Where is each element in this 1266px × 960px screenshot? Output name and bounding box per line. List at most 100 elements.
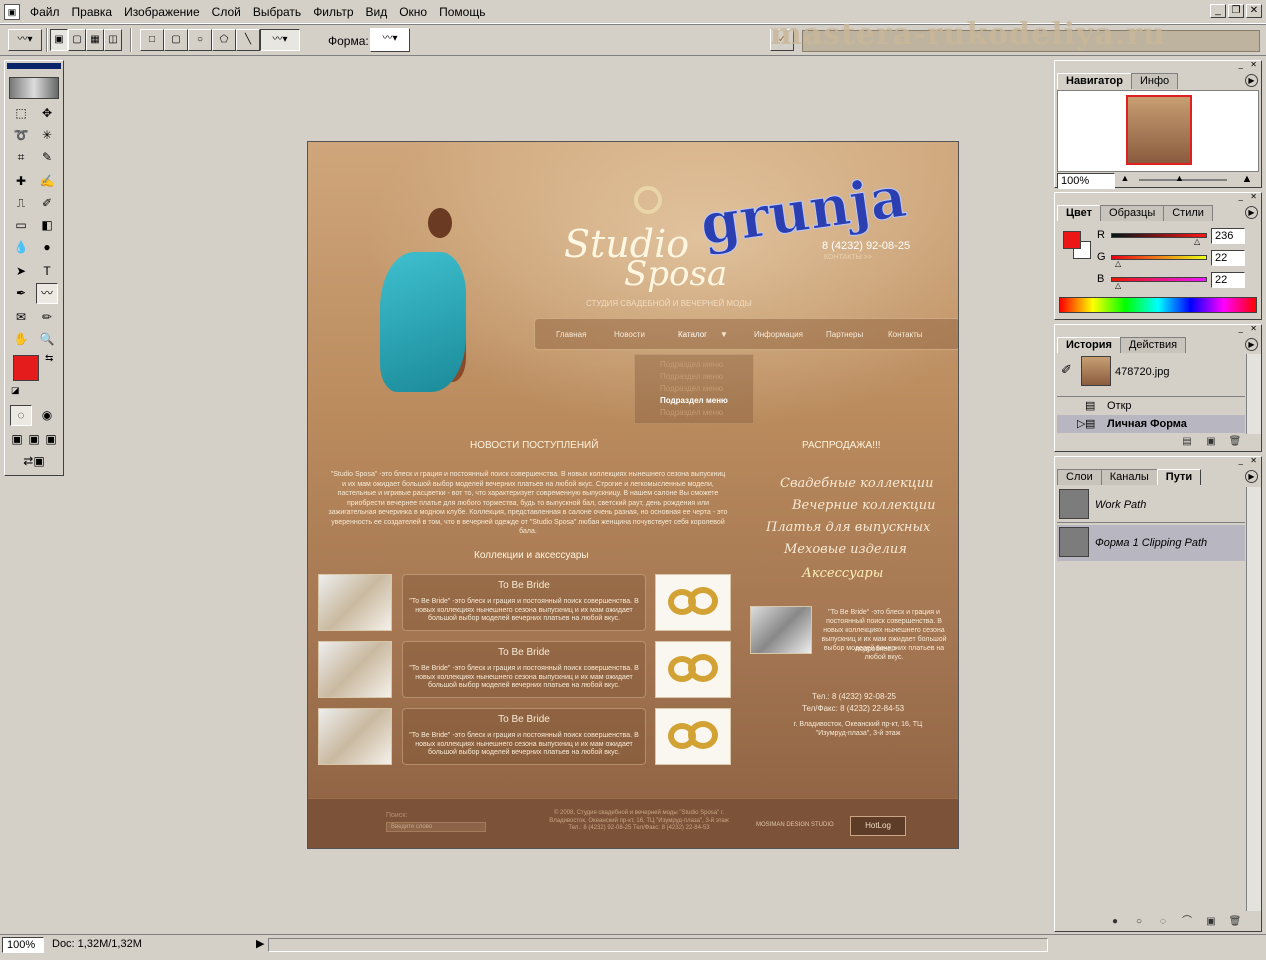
load-selection-icon[interactable]: ◌	[1155, 915, 1171, 929]
rounded-rectangle-tool-icon[interactable]: ▢	[164, 29, 188, 51]
zoom-slider-thumb[interactable]: ▲	[1175, 173, 1184, 183]
color-spectrum-ramp[interactable]	[1059, 297, 1257, 313]
color-fg-swatch[interactable]	[1063, 231, 1081, 249]
dodge-tool-icon[interactable]: ●	[36, 237, 58, 258]
submenu-item[interactable]: Подраздел меню	[660, 372, 723, 381]
tab-info[interactable]: Инфо	[1130, 73, 1179, 89]
standard-mode-icon[interactable]: ◌	[10, 405, 32, 426]
rectangle-tool-icon[interactable]: □	[140, 29, 164, 51]
magic-wand-tool-icon[interactable]: ✳	[36, 125, 58, 146]
rings-photo[interactable]	[655, 574, 731, 631]
submenu-item[interactable]: Подраздел меню	[660, 360, 723, 369]
polygon-tool-icon[interactable]: ⬠	[212, 29, 236, 51]
eyedropper-tool-icon[interactable]: ✏	[36, 307, 58, 328]
path-item[interactable]: Work Path	[1057, 487, 1245, 523]
g-slider-thumb[interactable]: △	[1115, 259, 1121, 268]
menu-filter[interactable]: Фильтр	[307, 1, 359, 23]
menu-edit[interactable]: Правка	[66, 1, 119, 23]
promo-more-link[interactable]: подробнее >	[856, 646, 897, 653]
r-slider-thumb[interactable]: △	[1194, 237, 1200, 246]
healing-brush-tool-icon[interactable]: ✚	[10, 171, 32, 192]
status-zoom-input[interactable]: 100%	[2, 937, 44, 953]
sale-link-evening[interactable]: Вечерние коллекции	[792, 498, 936, 513]
path-mode-icon[interactable]: ▢	[68, 29, 86, 51]
toolbox-titlebar[interactable]	[7, 63, 61, 69]
custom-shape-tool-icon[interactable]: 〰	[36, 283, 58, 304]
r-slider[interactable]	[1111, 233, 1207, 238]
restore-icon[interactable]: ❐	[1228, 4, 1244, 18]
fill-pixels-mode-icon[interactable]: ▦	[86, 29, 104, 51]
bride-photo[interactable]	[318, 708, 392, 765]
history-brush-tool-icon[interactable]: ✐	[36, 193, 58, 214]
b-slider-thumb[interactable]: △	[1115, 281, 1121, 290]
screen-mode-standard-icon[interactable]: ▣	[9, 429, 25, 450]
fill-path-icon[interactable]: ●	[1107, 915, 1123, 929]
notes-tool-icon[interactable]: ✉	[10, 307, 32, 328]
navigator-preview[interactable]	[1057, 90, 1259, 172]
quick-mask-mode-icon[interactable]: ◉	[36, 405, 58, 426]
sale-link-accessories[interactable]: Аксессуары	[802, 566, 883, 581]
crop-tool-icon[interactable]: ⌗	[10, 147, 32, 168]
nav-contacts[interactable]: Контакты	[888, 330, 923, 339]
tab-swatches[interactable]: Образцы	[1100, 205, 1165, 221]
menu-select[interactable]: Выбрать	[247, 1, 307, 23]
status-menu-arrow-icon[interactable]: ▶	[256, 937, 264, 950]
sale-link-prom[interactable]: Платья для выпускных	[766, 520, 930, 535]
close-icon[interactable]: ✕	[1246, 4, 1262, 18]
tab-channels[interactable]: Каналы	[1100, 469, 1158, 485]
palette-titlebar[interactable]: _ ✕	[1055, 61, 1261, 69]
eraser-tool-icon[interactable]: ▭	[10, 215, 32, 236]
brush-tool-icon[interactable]: ✍	[36, 171, 58, 192]
card-title[interactable]: To Be Bride	[402, 580, 646, 591]
foreground-color-swatch[interactable]	[13, 355, 39, 381]
contacts-link[interactable]: КОНТАКТЫ >>	[824, 254, 872, 261]
tool-preset-icon[interactable]: 〰▾	[8, 29, 42, 51]
menu-view[interactable]: Вид	[360, 1, 394, 23]
submenu-item[interactable]: Подраздел меню	[660, 408, 723, 417]
zoom-tool-icon[interactable]: 🔍	[36, 329, 58, 350]
path-selection-tool-icon[interactable]: ➤	[10, 261, 32, 282]
shape-layer-mode-icon[interactable]: ▣	[50, 29, 68, 51]
menu-file[interactable]: Файл	[24, 1, 66, 23]
sale-link-wedding[interactable]: Свадебные коллекции	[780, 476, 934, 491]
bride-photo[interactable]	[318, 641, 392, 698]
tab-paths[interactable]: Пути	[1156, 469, 1202, 485]
paths-scrollbar[interactable]	[1246, 487, 1261, 911]
nav-catalog[interactable]: Каталог	[678, 330, 707, 339]
gradient-tool-icon[interactable]: ◧	[36, 215, 58, 236]
line-tool-icon[interactable]: ╲	[236, 29, 260, 51]
document-canvas[interactable]: Studio Sposa grunja 8 (4232) 92-08-25 КО…	[307, 141, 959, 849]
card-title[interactable]: To Be Bride	[402, 714, 646, 725]
palette-menu-icon[interactable]: ▶	[1245, 74, 1258, 87]
tab-color[interactable]: Цвет	[1057, 205, 1102, 221]
promo-photo[interactable]	[750, 606, 812, 654]
menu-image[interactable]: Изображение	[118, 1, 206, 23]
blur-tool-icon[interactable]: 💧	[10, 237, 32, 258]
history-scrollbar[interactable]	[1246, 354, 1261, 434]
g-slider[interactable]	[1111, 255, 1207, 260]
history-item[interactable]: ▤ Откр	[1057, 396, 1245, 414]
nav-home[interactable]: Главная	[556, 330, 586, 339]
rings-photo[interactable]	[655, 641, 731, 698]
sale-link-fur[interactable]: Меховые изделия	[784, 542, 907, 557]
new-path-icon[interactable]: ▣	[1203, 915, 1219, 929]
r-value-input[interactable]: 236	[1211, 228, 1245, 244]
stroke-path-icon[interactable]: ○	[1131, 915, 1147, 929]
tab-styles[interactable]: Стили	[1163, 205, 1213, 221]
app-icon[interactable]: ▣	[4, 3, 20, 20]
history-brush-source-icon[interactable]: ✐	[1061, 362, 1072, 378]
footer-search-input[interactable]: Введите слово	[386, 822, 486, 832]
palette-titlebar[interactable]: _ ✕	[1055, 325, 1261, 333]
palette-menu-icon[interactable]: ▶	[1245, 338, 1258, 351]
screen-mode-full-menu-icon[interactable]: ▣	[26, 429, 42, 450]
history-item-active[interactable]: ▷ ▤ Личная Форма	[1057, 415, 1245, 433]
g-value-input[interactable]: 22	[1211, 250, 1245, 266]
new-document-from-state-icon[interactable]: ▤	[1179, 435, 1195, 449]
custom-shape-tool-icon[interactable]: 〰▾	[260, 29, 300, 51]
screen-mode-full-icon[interactable]: ▣	[43, 429, 59, 450]
slice-tool-icon[interactable]: ✎	[36, 147, 58, 168]
new-snapshot-icon[interactable]: ▣	[1203, 435, 1219, 449]
footer-counter-badge[interactable]: HotLog	[850, 816, 906, 836]
swap-colors-icon[interactable]: ⇆	[45, 353, 53, 364]
palette-menu-icon[interactable]: ▶	[1245, 470, 1258, 483]
